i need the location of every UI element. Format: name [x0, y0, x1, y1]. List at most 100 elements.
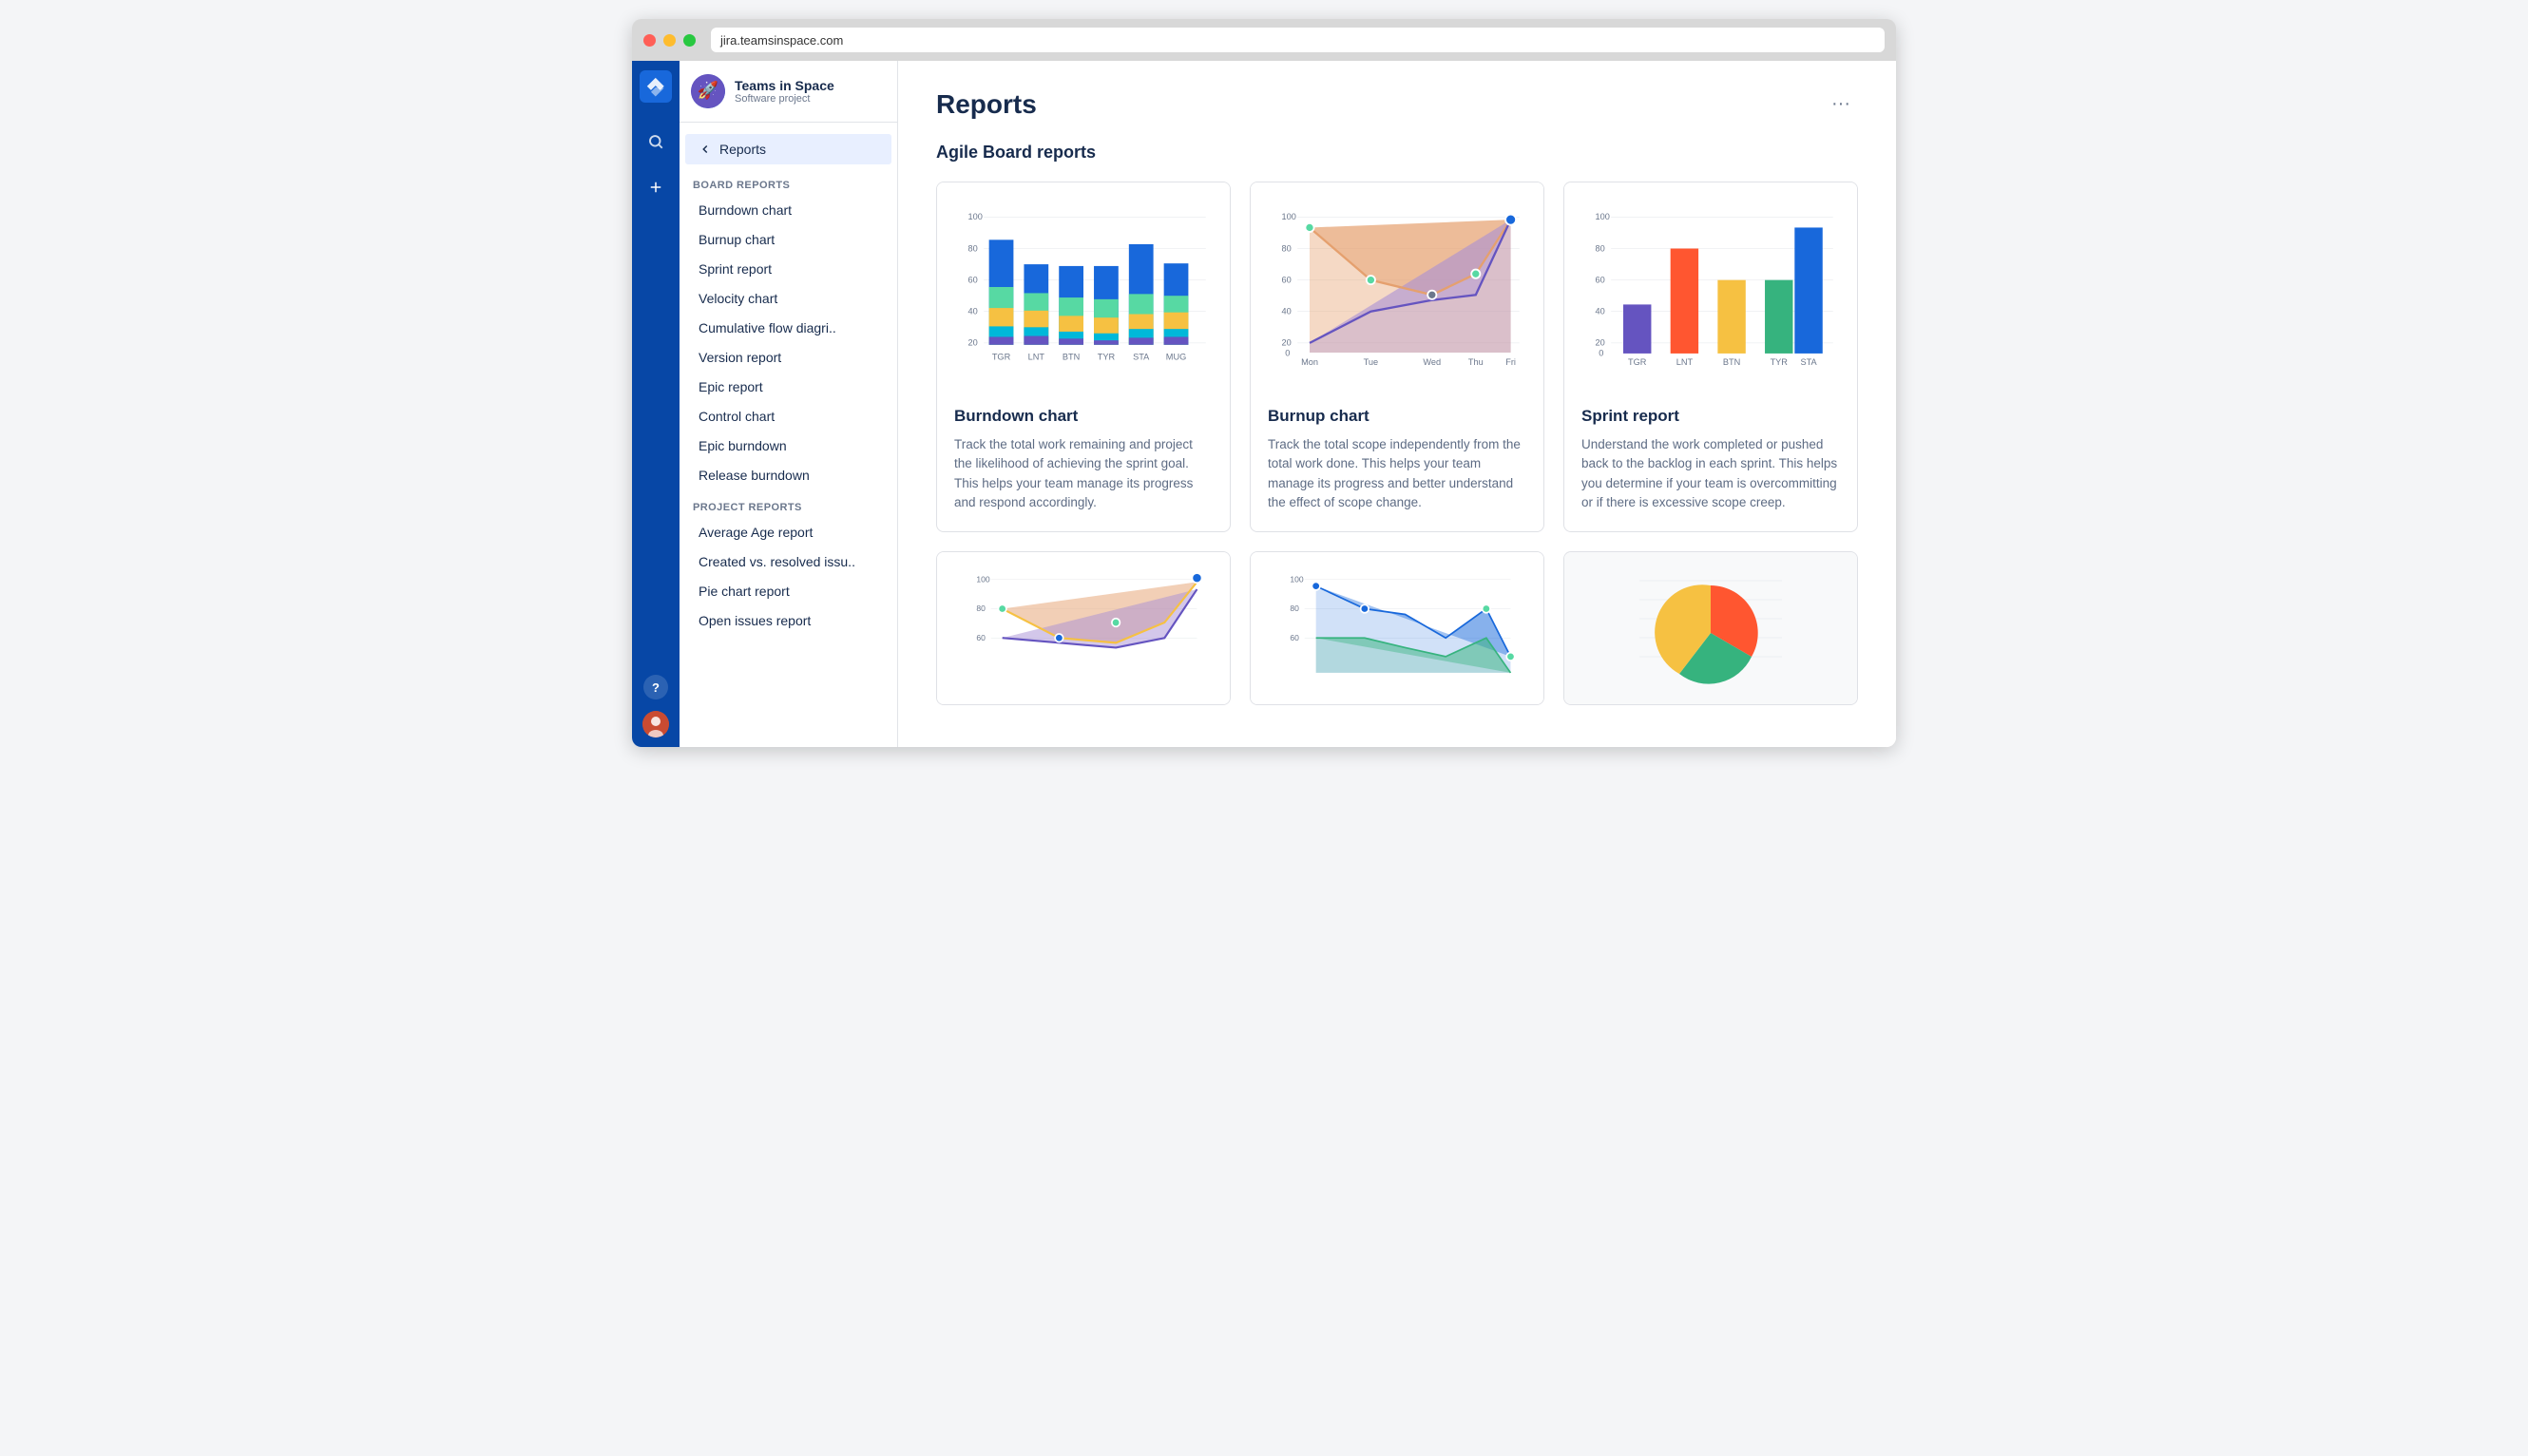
svg-text:STA: STA	[1800, 357, 1817, 367]
svg-text:100: 100	[1290, 574, 1303, 584]
sidebar-item-created-resolved[interactable]: Created vs. resolved issu..	[685, 547, 891, 576]
jira-logo[interactable]	[640, 70, 672, 103]
svg-text:60: 60	[1596, 275, 1605, 284]
more-options-button[interactable]: ···	[1824, 89, 1858, 119]
burndown-desc: Track the total work remaining and proje…	[954, 435, 1213, 512]
sidebar-item-cumulative[interactable]: Cumulative flow diagri..	[685, 314, 891, 342]
svg-text:TYR: TYR	[1098, 352, 1116, 361]
back-button[interactable]: Reports	[685, 134, 891, 164]
nav-bottom: ?	[642, 675, 669, 738]
sidebar-nav: Reports BOARD REPORTS Burndown chart Bur…	[680, 123, 897, 643]
svg-text:LNT: LNT	[1676, 357, 1694, 367]
help-icon[interactable]: ?	[643, 675, 668, 699]
svg-text:Tue: Tue	[1364, 357, 1379, 367]
control-card[interactable]	[1563, 551, 1858, 705]
burndown-info: Burndown chart Track the total work rema…	[937, 392, 1230, 531]
sidebar-item-control[interactable]: Control chart	[685, 402, 891, 431]
svg-text:80: 80	[968, 243, 978, 253]
svg-text:80: 80	[976, 603, 986, 613]
svg-text:40: 40	[968, 307, 978, 316]
reports-grid: 100 80 60 40 20	[936, 182, 1858, 532]
svg-text:MUG: MUG	[1166, 352, 1186, 361]
svg-text:100: 100	[976, 574, 989, 584]
sidebar-item-velocity[interactable]: Velocity chart	[685, 284, 891, 313]
svg-text:Fri: Fri	[1505, 357, 1516, 367]
search-icon[interactable]	[642, 127, 670, 156]
velocity-chart-area: 100 80 60	[937, 552, 1230, 704]
project-reports-label: PROJECT REPORTS	[680, 490, 897, 517]
sprint-name: Sprint report	[1581, 407, 1840, 426]
user-avatar[interactable]	[642, 711, 669, 738]
project-header: 🚀 Teams in Space Software project	[680, 61, 897, 123]
svg-text:60: 60	[1282, 275, 1292, 284]
svg-text:Wed: Wed	[1423, 357, 1441, 367]
velocity-card[interactable]: 100 80 60	[936, 551, 1231, 705]
page-header: Reports ···	[936, 89, 1858, 120]
sidebar: 🚀 Teams in Space Software project Report…	[680, 61, 898, 747]
svg-text:BTN: BTN	[1063, 352, 1080, 361]
svg-text:STA: STA	[1133, 352, 1150, 361]
burnup-chart-area: 100 80 60 40 20 0	[1251, 182, 1543, 392]
page-title: Reports	[936, 89, 1037, 120]
address-bar[interactable]: jira.teamsinspace.com	[711, 28, 1885, 52]
svg-text:60: 60	[968, 275, 978, 284]
svg-text:0: 0	[1285, 349, 1290, 358]
svg-text:TGR: TGR	[992, 352, 1011, 361]
main-content: Reports ··· Agile Board reports 100 80 6…	[898, 61, 1896, 747]
create-icon[interactable]	[642, 173, 670, 201]
sidebar-item-burnup[interactable]: Burnup chart	[685, 225, 891, 254]
svg-text:60: 60	[976, 633, 986, 642]
sidebar-item-release[interactable]: Release burndown	[685, 461, 891, 489]
sidebar-item-version[interactable]: Version report	[685, 343, 891, 372]
sidebar-item-age[interactable]: Average Age report	[685, 518, 891, 546]
svg-text:100: 100	[1282, 212, 1296, 221]
board-reports-label: BOARD REPORTS	[680, 168, 897, 195]
sidebar-item-sprint[interactable]: Sprint report	[685, 255, 891, 283]
svg-text:80: 80	[1596, 243, 1605, 253]
svg-text:TYR: TYR	[1771, 357, 1789, 367]
sidebar-item-epic[interactable]: Epic report	[685, 373, 891, 401]
svg-text:40: 40	[1596, 307, 1605, 316]
close-dot[interactable]	[643, 34, 656, 47]
maximize-dot[interactable]	[683, 34, 696, 47]
project-type: Software project	[735, 93, 886, 105]
burnup-card[interactable]: 100 80 60 40 20 0	[1250, 182, 1544, 532]
url-text: jira.teamsinspace.com	[720, 33, 843, 48]
sidebar-item-epic-burndown[interactable]: Epic burndown	[685, 431, 891, 460]
burnup-desc: Track the total scope independently from…	[1268, 435, 1526, 512]
svg-text:LNT: LNT	[1028, 352, 1045, 361]
section-title: Agile Board reports	[936, 143, 1858, 163]
sprint-chart-area: 100 80 60 40 20 0	[1564, 182, 1857, 392]
control-chart-area	[1564, 552, 1857, 704]
sprint-card[interactable]: 100 80 60 40 20 0	[1563, 182, 1858, 532]
back-label: Reports	[719, 142, 766, 157]
project-avatar: 🚀	[691, 74, 725, 108]
svg-text:Thu: Thu	[1468, 357, 1484, 367]
burnup-info: Burnup chart Track the total scope indep…	[1251, 392, 1543, 531]
project-name: Teams in Space	[735, 78, 886, 93]
svg-text:40: 40	[1282, 307, 1292, 316]
burndown-name: Burndown chart	[954, 407, 1213, 426]
burndown-chart-area: 100 80 60 40 20	[937, 182, 1230, 392]
sprint-info: Sprint report Understand the work comple…	[1564, 392, 1857, 531]
svg-text:TGR: TGR	[1628, 357, 1647, 367]
sidebar-item-open-issues[interactable]: Open issues report	[685, 606, 891, 635]
sidebar-item-burndown[interactable]: Burndown chart	[685, 196, 891, 224]
minimize-dot[interactable]	[663, 34, 676, 47]
svg-text:60: 60	[1290, 633, 1299, 642]
svg-text:20: 20	[1282, 338, 1292, 348]
svg-text:20: 20	[968, 338, 978, 348]
reports-grid-2: 100 80 60	[936, 551, 1858, 705]
svg-text:0: 0	[1599, 349, 1603, 358]
sidebar-item-pie[interactable]: Pie chart report	[685, 577, 891, 605]
version-card[interactable]: 100 80 60	[1250, 551, 1544, 705]
burndown-card[interactable]: 100 80 60 40 20	[936, 182, 1231, 532]
version-chart-area: 100 80 60	[1251, 552, 1543, 704]
svg-text:100: 100	[1596, 212, 1610, 221]
svg-text:Mon: Mon	[1301, 357, 1318, 367]
svg-text:🚀: 🚀	[698, 80, 718, 100]
browser-bar: jira.teamsinspace.com	[632, 19, 1896, 61]
svg-text:80: 80	[1282, 243, 1292, 253]
icon-nav: ?	[632, 61, 680, 747]
svg-text:BTN: BTN	[1723, 357, 1740, 367]
